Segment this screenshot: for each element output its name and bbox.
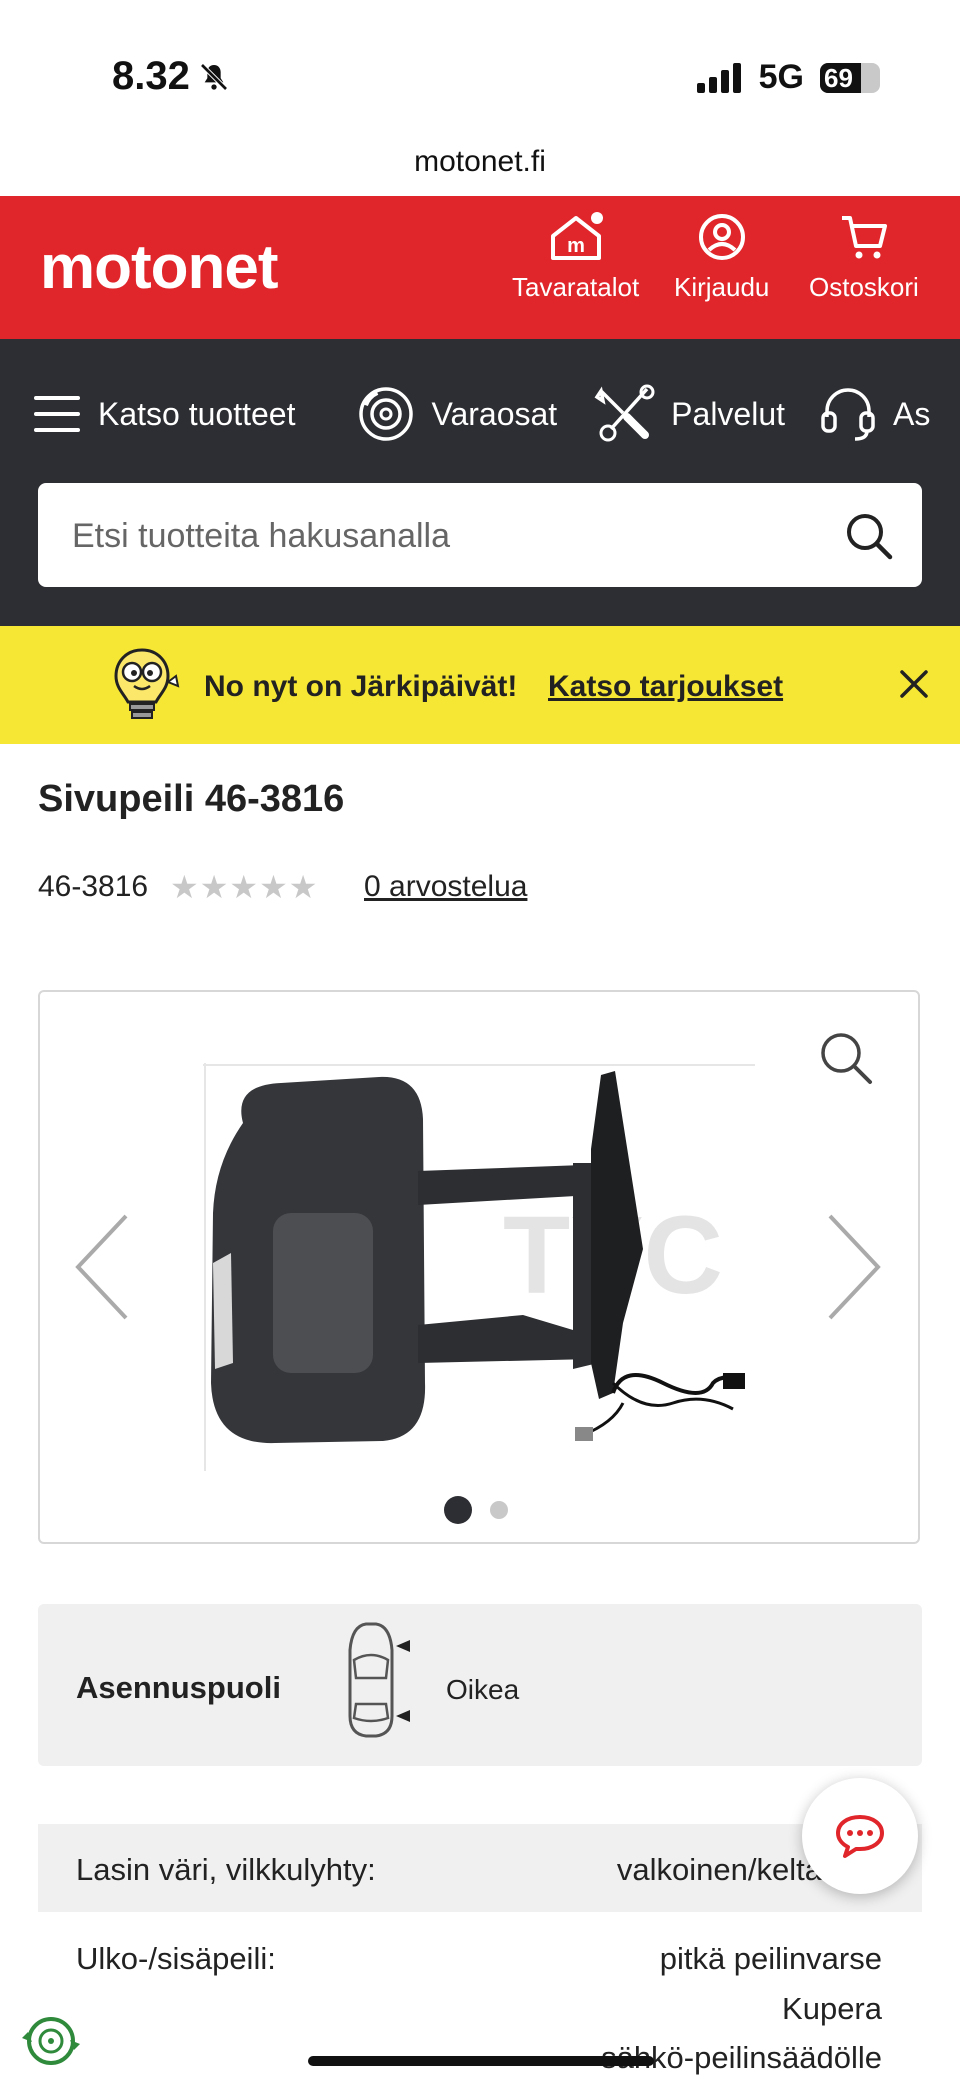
headset-icon xyxy=(821,388,875,441)
chevron-right-icon xyxy=(828,1214,881,1320)
spec-value-glass-color: valkoinen/kelta xyxy=(616,1852,822,1887)
user-icon xyxy=(698,214,745,260)
hamburger-icon xyxy=(34,396,80,432)
spec-label-glass-color: Lasin väri, vilkkulyhty: xyxy=(76,1852,376,1887)
chevron-left-icon xyxy=(75,1214,128,1320)
site-logo[interactable]: motonet xyxy=(40,232,279,303)
gallery-next-button[interactable] xyxy=(822,1212,886,1327)
battery-icon: 69 xyxy=(820,62,880,93)
login-button[interactable]: Kirjaudu xyxy=(674,212,769,303)
nav-parts[interactable]: Varaosat xyxy=(357,385,557,443)
car-topview-icon xyxy=(348,1622,410,1738)
signal-icon xyxy=(696,62,741,93)
fitment-label: Asennuspuoli xyxy=(76,1670,281,1705)
lightbulb-mascot-icon xyxy=(114,648,180,719)
nav-products[interactable]: Katso tuotteet xyxy=(34,394,295,434)
reviews-link[interactable]: 0 arvostelua xyxy=(364,870,527,904)
status-indicators: 5G 69 xyxy=(696,58,880,97)
promo-text: No nyt on Järkipäivät! xyxy=(204,670,518,703)
chat-bubble-icon xyxy=(836,1815,884,1858)
cart-label: Ostoskori xyxy=(809,272,919,302)
brake-disc-icon xyxy=(359,387,414,441)
nav-services-label: Palvelut xyxy=(671,395,786,432)
zoom-button[interactable] xyxy=(818,1030,874,1091)
eco-badge-icon[interactable] xyxy=(18,2008,84,2074)
close-icon xyxy=(900,670,928,698)
rating-stars: ★★★★★ xyxy=(170,869,319,905)
store-house-icon: m xyxy=(550,212,603,260)
nav-support[interactable]: As xyxy=(819,385,930,443)
product-image[interactable]: TYC xyxy=(203,1063,755,1471)
svg-text:m: m xyxy=(567,235,585,257)
product-title: Sivupeili 46-3816 xyxy=(38,778,345,820)
gallery-dot-2[interactable] xyxy=(490,1501,508,1519)
chat-button[interactable] xyxy=(802,1778,918,1894)
cart-button[interactable]: Ostoskori xyxy=(809,212,919,303)
promo-close-button[interactable] xyxy=(898,668,930,705)
status-time: 8.32 xyxy=(112,54,230,99)
zoom-search-icon xyxy=(821,1033,872,1084)
search-input[interactable] xyxy=(70,483,834,589)
silent-bell-icon xyxy=(200,62,228,91)
nav-support-label: As xyxy=(893,395,931,432)
tools-icon xyxy=(594,384,655,442)
battery-level: 69 xyxy=(824,62,853,93)
stores-label: Tavaratalot xyxy=(512,272,640,302)
login-label: Kirjaudu xyxy=(674,272,770,302)
search-bar xyxy=(38,483,922,589)
network-label: 5G xyxy=(758,58,804,96)
stores-button[interactable]: m Tavaratalot xyxy=(512,212,639,303)
gallery-dots xyxy=(444,1496,508,1524)
gallery-dot-1[interactable] xyxy=(444,1496,472,1524)
nav-products-label: Katso tuotteet xyxy=(98,395,296,432)
product-sku: 46-3816 xyxy=(38,870,149,903)
nav-services[interactable]: Palvelut xyxy=(593,383,785,445)
nav-row: Katso tuotteet Varaosat Palvelut As xyxy=(0,374,960,454)
search-button[interactable] xyxy=(844,511,894,566)
cart-icon xyxy=(841,216,887,259)
promo-link[interactable]: Katso tarjoukset xyxy=(548,670,783,704)
home-indicator xyxy=(308,2056,654,2066)
spec-value-mirror-arm: pitkä peilinvarse xyxy=(659,1941,882,1976)
fitment-value: Oikea xyxy=(446,1674,520,1705)
spec-label-mirror-type: Ulko-/sisäpeili: xyxy=(76,1941,276,1976)
browser-url[interactable]: motonet.fi xyxy=(0,145,960,179)
search-icon xyxy=(847,514,893,560)
nav-parts-label: Varaosat xyxy=(431,395,558,432)
spec-value-convex: Kupera xyxy=(782,1991,882,2026)
gallery-prev-button[interactable] xyxy=(70,1212,134,1327)
